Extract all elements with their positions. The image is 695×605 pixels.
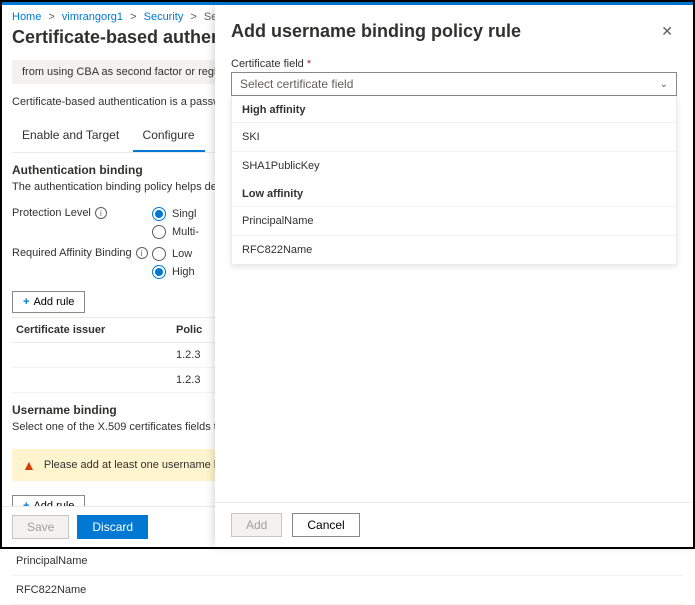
breadcrumb-home[interactable]: Home (12, 11, 41, 23)
radio-high-affinity[interactable] (152, 265, 166, 279)
col-policy: Polic (176, 324, 202, 336)
breadcrumb-security[interactable]: Security (144, 11, 184, 23)
breadcrumb-org[interactable]: vimrangorg1 (62, 11, 123, 23)
radio-low-affinity[interactable] (152, 247, 166, 261)
panel-add-button: Add (231, 513, 282, 537)
protection-level-label: Protection Level (12, 207, 91, 219)
table-row[interactable]: PrincipalName (12, 547, 683, 576)
close-icon[interactable]: ✕ (657, 19, 677, 44)
chevron-right-icon: > (190, 11, 196, 23)
add-username-binding-panel: Add username binding policy rule ✕ Certi… (215, 5, 693, 547)
panel-cancel-button[interactable]: Cancel (292, 513, 359, 537)
chevron-right-icon: > (130, 11, 136, 23)
tab-enable-and-target[interactable]: Enable and Target (12, 122, 129, 150)
radio-single-factor-label: Singl (172, 208, 196, 220)
dropdown-group-high-affinity: High affinity (232, 96, 676, 122)
plus-icon: + (23, 296, 29, 308)
table-cell: 1.2.3 (176, 374, 200, 386)
certificate-field-dropdown[interactable]: Select certificate field ⌄ (231, 72, 677, 96)
dropdown-option-principalname[interactable]: PrincipalName (232, 206, 676, 235)
dropdown-list: High affinity SKI SHA1PublicKey Low affi… (231, 96, 677, 265)
info-icon[interactable]: i (136, 247, 148, 259)
dropdown-option-ski[interactable]: SKI (232, 122, 676, 151)
warning-icon: ▲ (22, 457, 36, 473)
dropdown-option-rfc822name[interactable]: RFC822Name (232, 235, 676, 264)
tab-configure[interactable]: Configure (133, 122, 205, 152)
table-cell: 1.2.3 (176, 349, 200, 361)
radio-single-factor[interactable] (152, 207, 166, 221)
affinity-binding-label: Required Affinity Binding (12, 247, 132, 259)
col-certificate-issuer: Certificate issuer (16, 324, 176, 336)
add-rule-button[interactable]: + Add rule (12, 291, 85, 313)
certificate-field-label: Certificate field (231, 58, 304, 70)
table-row[interactable]: RFC822Name (12, 576, 683, 605)
panel-title: Add username binding policy rule (231, 21, 521, 42)
radio-low-affinity-label: Low (172, 248, 192, 260)
radio-high-affinity-label: High (172, 266, 195, 278)
info-icon[interactable]: i (95, 207, 107, 219)
chevron-right-icon: > (48, 11, 54, 23)
add-rule-label: Add rule (33, 296, 74, 308)
dropdown-option-sha1publickey[interactable]: SHA1PublicKey (232, 151, 676, 180)
dropdown-placeholder: Select certificate field (240, 77, 353, 91)
radio-multi-factor[interactable] (152, 225, 166, 239)
radio-multi-factor-label: Multi- (172, 226, 199, 238)
required-asterisk: * (307, 58, 311, 70)
dropdown-group-low-affinity: Low affinity (232, 180, 676, 206)
discard-button[interactable]: Discard (77, 515, 148, 539)
chevron-down-icon: ⌄ (660, 79, 668, 90)
save-button: Save (12, 515, 69, 539)
